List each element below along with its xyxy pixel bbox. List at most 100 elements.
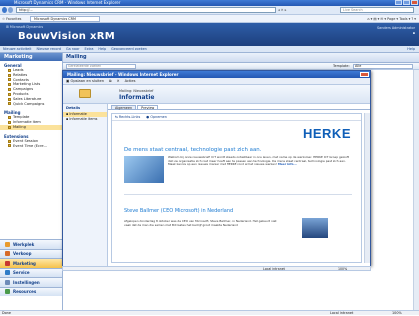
template-icon (8, 116, 11, 120)
sidebar-group-mailing[interactable]: Mailing (0, 108, 62, 115)
record-name: Informatie (119, 94, 155, 101)
newsletter-image (124, 156, 164, 183)
divider (124, 194, 352, 195)
delete-icon[interactable]: ✕ (117, 79, 120, 83)
template-label: Template: (333, 64, 350, 68)
article-image (302, 218, 328, 238)
menu-tools[interactable]: Extra (84, 47, 93, 52)
left-nav-header: Details (66, 106, 81, 110)
menu-help[interactable]: Help (98, 47, 106, 52)
forward-icon[interactable] (8, 7, 13, 13)
record-button[interactable]: ● Opnemen (146, 115, 167, 119)
menu-advanced-find[interactable]: Geavanceerd zoeken (111, 47, 147, 52)
popup-left-nav: Details ▪ Informatie ▪ Informatie items (63, 104, 108, 266)
marketing-lists-icon (8, 83, 11, 87)
popup-toolbar: ▣ Opslaan en sluiten ⧉ ✕ Acties (63, 78, 370, 85)
products-icon (8, 92, 11, 96)
minimize-button[interactable] (395, 0, 402, 5)
menu-new-record[interactable]: Nieuwe record (37, 47, 61, 52)
search-input[interactable]: Live Search (340, 7, 414, 13)
marketing-icon (5, 260, 10, 266)
sidebar-group-general[interactable]: General (0, 61, 62, 68)
popup-title-bar: Mailing: Nieuwsbrief - Windows Internet … (63, 71, 370, 78)
popup-zoom[interactable]: 100% (338, 267, 347, 271)
grid-toolbar: Gerelateerde zoeken Template: Alle (63, 63, 419, 70)
event-session-icon (8, 139, 11, 143)
close-button[interactable] (411, 0, 418, 5)
article-text: Afgelopen donderdag 8 oktober was de CEO… (124, 220, 277, 227)
page-title: Mailing (66, 54, 87, 60)
menubar-help[interactable]: Help (407, 47, 415, 52)
address-bar-row: http://... ◂ ✕ ▸ Live Search (0, 6, 419, 15)
address-input[interactable]: http://... (16, 7, 276, 13)
address-nav-icons[interactable]: ◂ ✕ ▸ (278, 7, 338, 13)
form-tabs: Algemeen Preview (108, 104, 370, 110)
wunderbar: Werkplek Verkoop Marketing Service Inste… (0, 239, 62, 296)
template-select[interactable]: Alle (353, 64, 413, 69)
newsletter-headline: De mens staat centraal, technologie past… (124, 147, 262, 153)
preview-toolbar: ⇆ Rechts-Links ● Opnemen (112, 114, 361, 121)
grid-search-input[interactable]: Gerelateerde zoeken (66, 64, 136, 69)
save-close-button[interactable]: ▣ Opslaan en sluiten (66, 79, 104, 83)
sidebar: Marketing General Leads Relaties Contact… (0, 53, 63, 310)
sign-out-link[interactable]: ▪ (413, 31, 415, 35)
wunderbar-sales[interactable]: Verkoop (0, 248, 62, 258)
popup-main: Algemeen Preview ⇆ Rechts-Links ● Opneme… (108, 104, 370, 266)
menu-new-activity[interactable]: Nieuwe activiteit (3, 47, 32, 52)
popup-zone: Local intranet (263, 267, 285, 271)
wunderbar-service[interactable]: Service (0, 267, 62, 277)
sidebar-item-mailing[interactable]: Mailing (0, 124, 62, 130)
menubar-items: Nieuwe activiteit Nieuwe record Ga naar … (3, 47, 147, 52)
crm-menubar: Nieuwe activiteit Nieuwe record Ga naar … (0, 46, 419, 53)
article-title: Steve Ballmer (CEO Microsoft) in Nederla… (124, 208, 234, 214)
wunderbar-settings[interactable]: Instellingen (0, 277, 62, 287)
sidebar-item-event-time[interactable]: Event Time (Ecre... (0, 144, 62, 149)
campaigns-icon (8, 88, 11, 92)
settings-icon (5, 279, 10, 285)
user-name[interactable]: Sanders Administrator (377, 26, 415, 30)
browser-tab[interactable]: Microsoft Dynamics CRM (30, 16, 100, 22)
leads-icon (8, 68, 11, 72)
attach-icon[interactable]: ⧉ (109, 79, 112, 83)
event-time-icon (8, 144, 11, 148)
accounts-icon (8, 73, 11, 77)
browser-status-bar: Done Local intranet 100% (0, 310, 419, 315)
mailing-icon (8, 125, 11, 129)
resources-icon (5, 289, 10, 295)
rtl-button[interactable]: ⇆ Rechts-Links (115, 115, 140, 119)
grid-scrollbar[interactable] (413, 70, 419, 310)
wunderbar-resources[interactable]: Resources (0, 286, 62, 296)
menu-goto[interactable]: Ga naar (66, 47, 79, 52)
wunderbar-marketing[interactable]: Marketing (0, 258, 62, 268)
entity-label: Mailing: Nieuwsbrief (119, 89, 154, 93)
status-zoom[interactable]: 100% (392, 311, 402, 316)
wunderbar-workplace[interactable]: Werkplek (0, 239, 62, 249)
left-nav-informatie-items[interactable]: ▪ Informatie items (63, 117, 107, 122)
read-more-link[interactable]: Meer info... (278, 162, 297, 166)
back-icon[interactable] (2, 7, 7, 13)
window-title: Microsoft Dynamics CRM - Windows Interne… (14, 0, 121, 5)
popup-form-header: Mailing: Nieuwsbrief Informatie (63, 85, 370, 104)
popup-close-button[interactable] (360, 72, 369, 77)
info-item-icon (8, 121, 11, 125)
sidebar-item-quick-campaigns[interactable]: Quick Campaigns (0, 102, 62, 107)
preview-frame: ⇆ Rechts-Links ● Opnemen HERKE De mens s… (111, 113, 362, 263)
crm-brand: BouwVision xRM (18, 31, 115, 42)
main-header: Mailing (63, 53, 419, 63)
tab-preview[interactable]: Preview (137, 105, 159, 110)
maximize-button[interactable] (403, 0, 410, 5)
herke-logo: HERKE (302, 126, 351, 141)
popup-title: Mailing: Nieuwsbrief - Windows Internet … (67, 72, 179, 77)
sidebar-header: Marketing (0, 53, 62, 61)
ms-dynamics-logo: ⊞ Microsoft Dynamics (6, 25, 44, 29)
actions-button[interactable]: Acties (125, 79, 136, 83)
favorites-star-icon[interactable]: ☆ Favorites (2, 16, 21, 22)
sales-icon (5, 251, 10, 257)
workplace-icon (5, 241, 10, 247)
tab-general[interactable]: Algemeen (111, 105, 137, 110)
sidebar-group-extensions[interactable]: Extensions (0, 132, 62, 139)
browser-tools[interactable]: ⌂ ▾ ▤ ▾ ✉ ▾ Page ▾ Tools ▾ ? ▾ (300, 16, 416, 22)
status-zone: Local intranet (330, 311, 354, 315)
popup-scrollbar[interactable] (364, 113, 370, 263)
status-text: Done (2, 311, 11, 315)
